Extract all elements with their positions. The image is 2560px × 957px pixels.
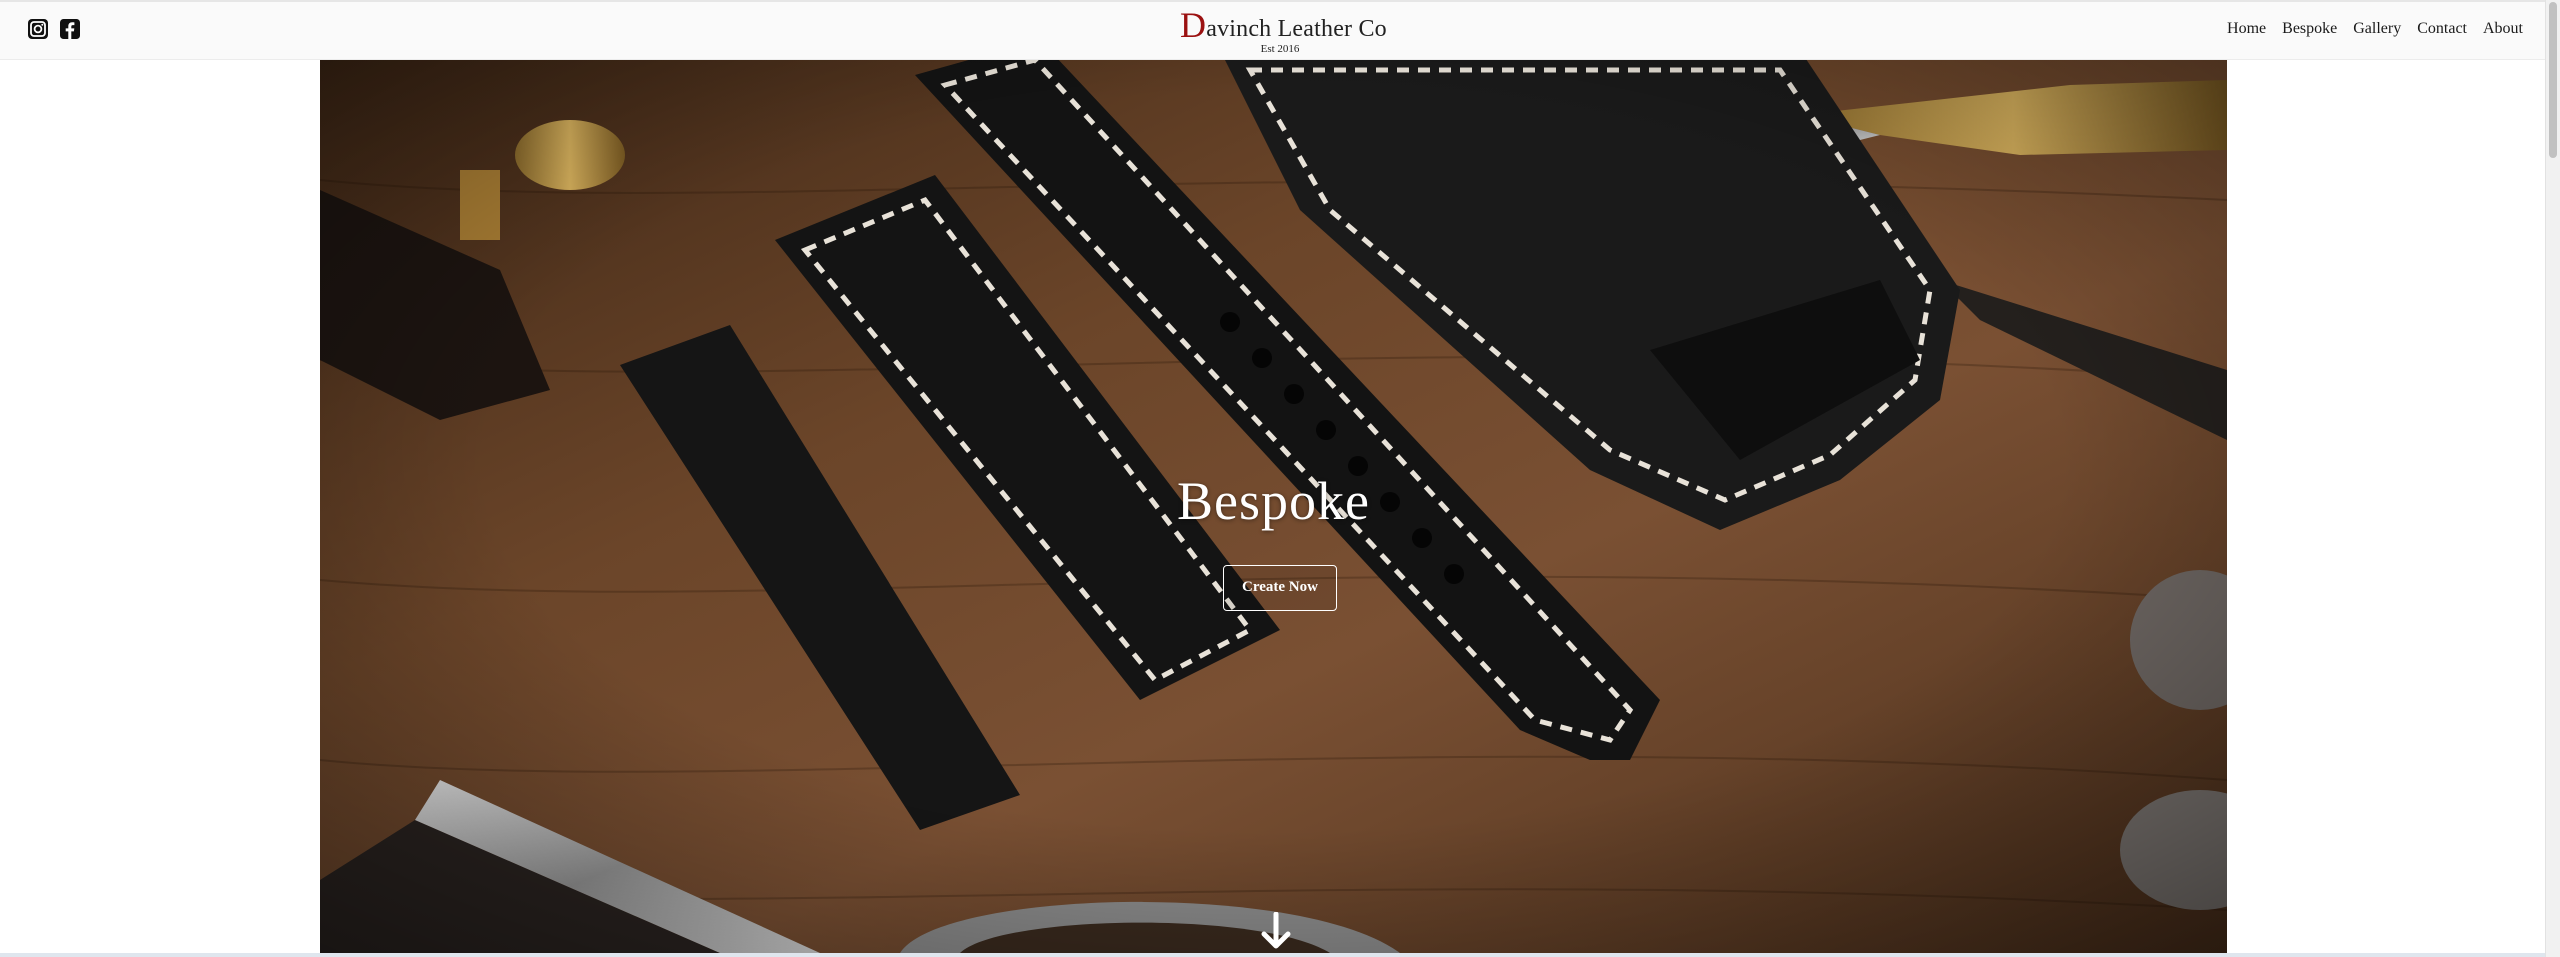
page-bottom-edge xyxy=(0,953,2545,957)
nav-contact[interactable]: Contact xyxy=(2417,20,2467,38)
brand-logo[interactable]: Davinch Leather Co Est 2016 xyxy=(1180,5,1387,55)
scrollbar-thumb[interactable] xyxy=(2549,2,2557,158)
instagram-icon[interactable] xyxy=(27,18,49,40)
hero-section: Bespoke Create Now xyxy=(320,60,2227,953)
social-links xyxy=(27,18,81,40)
main-nav: Home Bespoke Gallery Contact About xyxy=(2227,20,2523,38)
nav-gallery[interactable]: Gallery xyxy=(2353,20,2401,38)
nav-home[interactable]: Home xyxy=(2227,20,2266,38)
site-header: Davinch Leather Co Est 2016 Home Bespoke… xyxy=(0,0,2545,60)
brand-name: avinch Leather Co xyxy=(1206,16,1387,42)
brand-initial: D xyxy=(1180,5,1207,45)
arrow-down-icon[interactable] xyxy=(1260,912,1292,950)
nav-bespoke[interactable]: Bespoke xyxy=(2282,20,2337,38)
nav-about[interactable]: About xyxy=(2483,20,2523,38)
page-scrollbar[interactable] xyxy=(2545,0,2560,957)
create-now-button[interactable]: Create Now xyxy=(1223,565,1337,611)
facebook-icon[interactable] xyxy=(59,18,81,40)
brand-title: Davinch Leather Co xyxy=(1180,5,1387,48)
hero-title: Bespoke xyxy=(1177,471,1370,531)
